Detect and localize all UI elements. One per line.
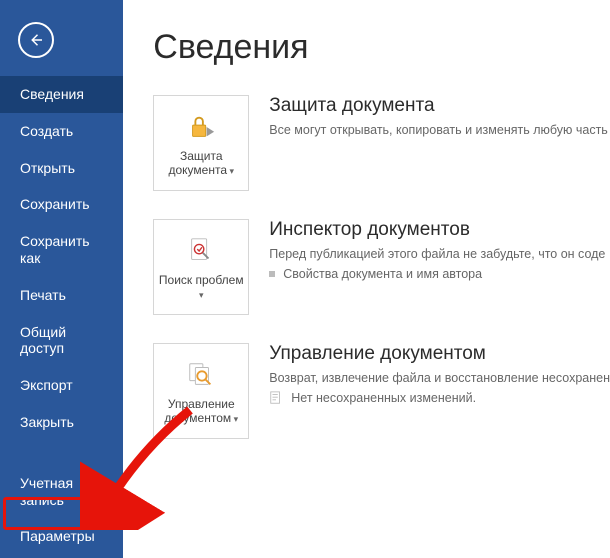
sidebar-item-export[interactable]: Экспорт [0,367,123,404]
section-title-protect: Защита документа [269,95,610,117]
sidebar-item-label: Общий доступ [20,324,66,357]
check-issues-tile[interactable]: Поиск проблем [153,219,249,315]
sidebar-item-share[interactable]: Общий доступ [0,314,123,368]
tile-label: Защита документа [154,150,248,178]
protect-document-tile[interactable]: Защита документа [153,95,249,191]
page-title: Сведения [153,28,610,67]
section-title-manage: Управление документом [269,343,610,365]
sidebar-item-info[interactable]: Сведения [0,76,123,113]
sidebar-item-label: Учетная запись [20,475,73,508]
section-subtext: Свойства документа и имя автора [283,267,482,281]
sidebar-item-save[interactable]: Сохранить [0,186,123,223]
sidebar-item-label: Закрыть [20,414,74,430]
sidebar-item-close[interactable]: Закрыть [0,404,123,441]
sidebar-item-print[interactable]: Печать [0,277,123,314]
sidebar-item-label: Параметры [20,528,95,544]
back-button[interactable] [18,22,54,58]
sidebar-item-open[interactable]: Открыть [0,150,123,187]
sidebar-item-label: Открыть [20,160,75,176]
lock-icon [186,112,216,142]
back-arrow-icon [27,31,45,49]
sidebar-item-label: Сохранить [20,196,90,212]
manage-document-tile[interactable]: Управление документом [153,343,249,439]
section-desc: Все могут открывать, копировать и изменя… [269,123,610,137]
bullet-icon [269,271,275,277]
sidebar-item-label: Создать [20,123,73,139]
section-desc: Перед публикацией этого файла не забудьт… [269,247,610,261]
sidebar-item-label: Экспорт [20,377,73,393]
section-title-inspector: Инспектор документов [269,219,610,241]
section-subtext: Нет несохраненных изменений. [291,391,476,405]
section-desc: Возврат, извлечение файла и восстановлен… [269,371,610,385]
sidebar-item-saveas[interactable]: Сохранить как [0,223,123,277]
manage-icon [186,360,216,390]
document-icon [269,391,283,405]
sidebar-item-account[interactable]: Учетная запись [0,465,123,519]
inspect-icon [186,236,216,266]
tile-label: Управление документом [154,398,248,426]
sidebar-item-new[interactable]: Создать [0,113,123,150]
sidebar-item-label: Печать [20,287,66,303]
sidebar-item-options[interactable]: Параметры [0,518,123,555]
sidebar-item-label: Сведения [20,86,84,102]
sidebar-item-label: Сохранить как [20,233,90,266]
tile-label: Поиск проблем [154,274,248,302]
